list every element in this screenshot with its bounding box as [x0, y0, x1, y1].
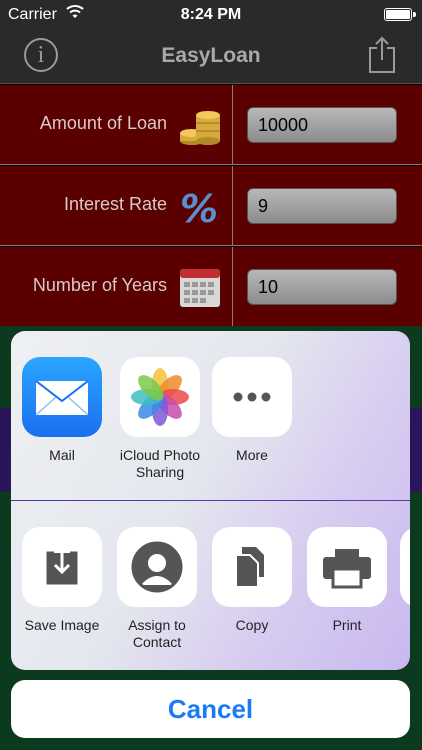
- assign-contact-label: Assign to Contact: [128, 617, 186, 650]
- loan-amount-field[interactable]: 10000: [247, 107, 397, 143]
- copy-button[interactable]: Copy: [212, 527, 292, 634]
- save-image-icon: [22, 527, 102, 607]
- copy-label: Copy: [235, 617, 269, 633]
- svg-text:%: %: [180, 187, 218, 228]
- percent-icon: %: [178, 186, 222, 231]
- contact-icon: [117, 527, 197, 607]
- interest-rate-label: Interest Rate: [63, 194, 167, 214]
- share-mail-button[interactable]: Mail: [22, 357, 102, 464]
- save-image-button[interactable]: Save Image: [22, 527, 102, 634]
- sheet-divider: [11, 500, 410, 501]
- print-button[interactable]: Print: [307, 527, 387, 634]
- interest-rate-row: Interest Rate % 9: [0, 166, 422, 246]
- share-more-button[interactable]: More: [212, 357, 292, 464]
- loan-amount-row: Amount of Loan 10000: [0, 85, 422, 165]
- status-bar: Carrier 8:24 PM: [0, 0, 422, 30]
- loan-amount-label: Amount of Loan: [39, 113, 167, 133]
- years-label: Number of Years: [32, 275, 167, 295]
- share-icon[interactable]: [368, 36, 396, 74]
- save-image-label: Save Image: [24, 617, 100, 633]
- more-label: More: [236, 447, 268, 463]
- icloud-photo-label: iCloud Photo Sharing: [119, 447, 201, 480]
- interest-rate-field[interactable]: 9: [247, 188, 397, 224]
- cancel-button[interactable]: Cancel: [11, 680, 410, 738]
- coins-icon: [178, 105, 222, 147]
- nav-bar: i EasyLoan: [0, 30, 422, 84]
- more-icon: [212, 357, 292, 437]
- mail-label: Mail: [49, 447, 75, 463]
- app-title: EasyLoan: [161, 44, 261, 67]
- years-row: Number of Years 10: [0, 247, 422, 327]
- share-sheet: Mail iCloud Photo Sharing More Save Imag…: [11, 331, 410, 670]
- years-field[interactable]: 10: [247, 269, 397, 305]
- print-label: Print: [332, 617, 362, 633]
- clock: 8:24 PM: [180, 6, 242, 23]
- assign-contact-button[interactable]: Assign to Contact: [117, 527, 197, 651]
- calendar-icon: [178, 267, 222, 309]
- photos-icon: [120, 357, 200, 437]
- copy-icon: [212, 527, 292, 607]
- print-icon: [307, 527, 387, 607]
- share-icloud-photo-button[interactable]: iCloud Photo Sharing: [117, 357, 203, 481]
- battery-icon: [384, 8, 416, 21]
- mail-icon: [22, 357, 102, 437]
- overflow-action-tile[interactable]: [400, 527, 410, 607]
